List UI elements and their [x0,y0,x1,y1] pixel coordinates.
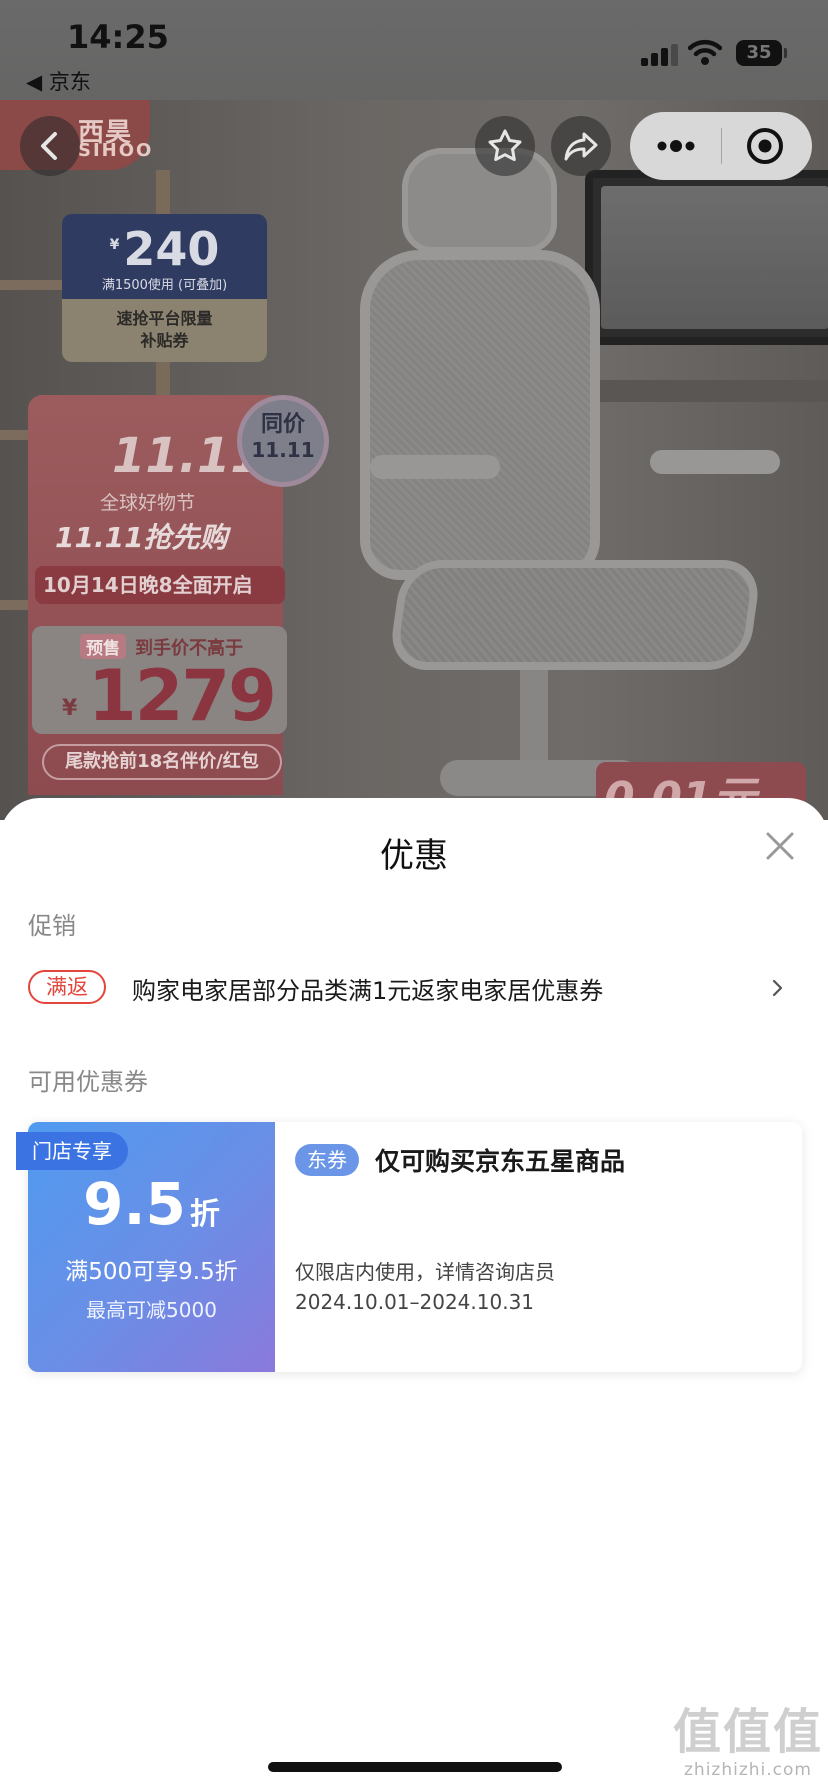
chair-armrest-right [650,450,780,474]
product-price: 1279 [88,655,277,737]
close-miniprogram-icon[interactable] [745,126,785,166]
section-coupons-label: 可用优惠券 [28,1068,148,1096]
coupon-condition: 满1500使用 (可叠加) [101,278,228,293]
event-name: 全球好物节 [100,492,196,514]
star-icon [488,129,522,162]
offers-sheet: 优惠 促销 满返 购家电家居部分品类满1元返家电家居优惠券 可用优惠券 9.5 折… [0,798,828,1792]
battery-icon: 35 [736,40,787,66]
price-currency: ¥ [62,696,78,721]
same-price-badge: 同价 11.11 [237,395,329,487]
watermark-domain: zhizhizhi.com [684,1760,812,1780]
promo-text: 购家电家居部分品类满1元返家电家居优惠券 [132,977,604,1005]
chevron-left-icon [41,132,57,160]
desk-illustration [560,380,828,402]
same-price-line2: 11.11 [251,438,315,462]
share-button[interactable] [551,116,611,176]
wifi-icon [688,39,722,65]
coupon-note-line2: 补贴券 [140,331,189,350]
watermark-main: 值值值 [672,1704,823,1760]
sheet-title: 优惠 [380,836,448,876]
event-start: 10月14日晚8全面开启 [35,566,285,604]
same-price-line1: 同价 [260,412,305,437]
cellular-signal-icon [641,44,679,66]
chevron-right-icon [772,979,783,997]
back-to-app[interactable]: ◀ 京东 [26,66,91,96]
status-time: 14:25 [67,18,169,56]
miniprogram-capsule [630,112,812,180]
discount-value: 9.5 [83,1170,186,1238]
store-exclusive-tag: 门店专享 [16,1132,128,1170]
discount-condition: 满500可享9.5折 [65,1259,238,1285]
watermark: 值值值 zhizhizhi.com [668,1704,828,1792]
coupon-currency: ¥ [109,237,120,253]
coupon-note: 仅限店内使用，详情咨询店员 [295,1260,555,1284]
coupon-amount: 240 [123,222,220,276]
section-promo-label: 促销 [28,912,76,940]
monitor-illustration [585,170,828,345]
platform-coupon-banner: ¥240 满1500使用 (可叠加) 速抢平台限量 补贴券 [62,214,267,362]
coupon-discount: 9.5 折 [28,1170,275,1238]
coupon-type-tag: 东券 [295,1144,359,1176]
close-icon[interactable] [762,828,798,864]
promo-item[interactable]: 满返 购家电家居部分品类满1元返家电家居优惠券 [28,970,800,1010]
more-icon[interactable] [652,132,700,160]
back-button[interactable] [20,116,80,176]
share-icon [564,132,598,161]
tail-promo: 尾款抢前18名伴价/红包 [42,744,282,780]
promo-tag: 满返 [28,970,106,1004]
discount-max: 最高可减5000 [86,1298,217,1322]
coupon-note-line1: 速抢平台限量 [116,309,213,328]
coupon-title: 仅可购买京东五星商品 [375,1147,626,1176]
discount-unit: 折 [189,1197,220,1232]
home-indicator[interactable] [268,1762,562,1772]
coupon-period: 2024.10.01–2024.10.31 [295,1290,535,1314]
favorite-button[interactable] [475,116,535,176]
coupon-details: 东券 仅可购买京东五星商品 仅限店内使用，详情咨询店员 2024.10.01–2… [275,1122,802,1372]
coupon-card[interactable]: 9.5 折 满500可享9.5折 最高可减5000 东券 仅可购买京东五星商品 仅… [28,1122,802,1372]
chair-armrest-left [370,455,500,479]
event-slogan: 11.11抢先购 [55,521,228,554]
brand-latin: SIHOO [78,140,154,161]
chair-backrest [360,250,600,580]
chair-seat [387,560,763,670]
